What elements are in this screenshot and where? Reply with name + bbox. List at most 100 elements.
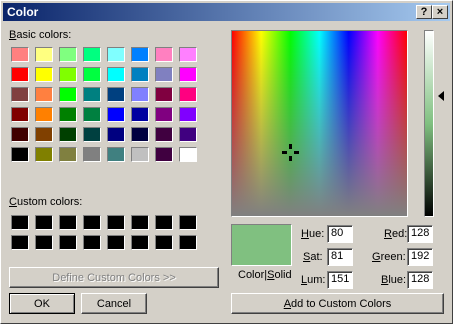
basic-color-swatch[interactable] xyxy=(131,87,149,102)
custom-color-swatch[interactable] xyxy=(155,235,173,250)
basic-color-swatch[interactable] xyxy=(131,67,149,82)
custom-color-swatch[interactable] xyxy=(59,235,77,250)
basic-color-swatch[interactable] xyxy=(83,107,101,122)
basic-color-swatch[interactable] xyxy=(59,147,77,162)
lum-field[interactable]: 151 xyxy=(327,271,353,289)
custom-color-swatch[interactable] xyxy=(107,215,125,230)
basic-color-swatch[interactable] xyxy=(11,47,29,62)
basic-color-swatch[interactable] xyxy=(179,147,197,162)
basic-color-swatch[interactable] xyxy=(59,127,77,142)
blue-label: Blue: xyxy=(381,274,406,286)
luminosity-bar[interactable] xyxy=(424,30,434,217)
blue-field[interactable]: 128 xyxy=(407,271,433,289)
basic-color-swatch[interactable] xyxy=(59,67,77,82)
basic-color-swatch[interactable] xyxy=(83,67,101,82)
basic-color-swatch[interactable] xyxy=(83,127,101,142)
color-dialog: Color ? × Basic colors: Custom colors: D… xyxy=(0,0,453,324)
basic-color-swatch[interactable] xyxy=(11,67,29,82)
basic-color-swatch[interactable] xyxy=(35,107,53,122)
custom-color-swatch[interactable] xyxy=(11,235,29,250)
help-button[interactable]: ? xyxy=(416,5,432,19)
green-label-text: reen: xyxy=(380,251,406,263)
custom-color-swatch[interactable] xyxy=(11,215,29,230)
blue-label-text: lue: xyxy=(388,274,407,286)
custom-color-swatch[interactable] xyxy=(131,215,149,230)
custom-color-swatch[interactable] xyxy=(35,215,53,230)
title-bar[interactable]: Color ? × xyxy=(3,3,450,21)
basic-color-swatch[interactable] xyxy=(179,107,197,122)
basic-color-swatch[interactable] xyxy=(59,47,77,62)
lum-label-text: um: xyxy=(307,274,326,286)
window-title: Color xyxy=(7,5,39,19)
basic-color-swatch[interactable] xyxy=(155,47,173,62)
color-solid-label-part2: olid xyxy=(274,269,292,281)
basic-color-swatch[interactable] xyxy=(179,127,197,142)
basic-color-swatch[interactable] xyxy=(131,47,149,62)
basic-color-swatch[interactable] xyxy=(11,147,29,162)
color-solid-label: Color|Solid xyxy=(238,269,292,281)
basic-color-swatch[interactable] xyxy=(11,87,29,102)
basic-color-swatch[interactable] xyxy=(107,87,125,102)
basic-color-swatch[interactable] xyxy=(131,127,149,142)
basic-color-swatch[interactable] xyxy=(35,127,53,142)
basic-color-swatch[interactable] xyxy=(35,87,53,102)
basic-color-swatch[interactable] xyxy=(107,107,125,122)
crosshair-icon xyxy=(282,144,299,161)
basic-color-swatch[interactable] xyxy=(155,87,173,102)
basic-color-swatch[interactable] xyxy=(35,67,53,82)
basic-color-swatch[interactable] xyxy=(155,147,173,162)
basic-color-swatch[interactable] xyxy=(107,147,125,162)
color-solid-label-part1: Color| xyxy=(238,269,268,281)
basic-color-swatch[interactable] xyxy=(11,127,29,142)
custom-color-swatch[interactable] xyxy=(107,235,125,250)
add-mnemonic: A xyxy=(283,297,292,310)
basic-color-swatch[interactable] xyxy=(131,147,149,162)
basic-color-swatch[interactable] xyxy=(155,127,173,142)
custom-color-swatch[interactable] xyxy=(59,215,77,230)
basic-color-swatch[interactable] xyxy=(107,127,125,142)
custom-color-swatch[interactable] xyxy=(155,215,173,230)
sat-label-text: at: xyxy=(310,251,323,263)
hue-field[interactable]: 80 xyxy=(327,225,353,243)
green-field[interactable]: 192 xyxy=(407,248,433,266)
custom-color-swatch[interactable] xyxy=(131,235,149,250)
custom-color-swatch[interactable] xyxy=(179,215,197,230)
basic-color-swatch[interactable] xyxy=(35,47,53,62)
custom-colors-label-text: ustom colors: xyxy=(16,196,83,208)
basic-color-swatch[interactable] xyxy=(179,87,197,102)
basic-color-swatch[interactable] xyxy=(59,87,77,102)
basic-color-swatch[interactable] xyxy=(179,67,197,82)
red-field[interactable]: 128 xyxy=(407,225,433,243)
custom-color-swatch[interactable] xyxy=(83,215,101,230)
custom-color-swatch[interactable] xyxy=(35,235,53,250)
custom-color-swatch[interactable] xyxy=(179,235,197,250)
luminosity-slider-arrow-icon[interactable] xyxy=(438,91,444,101)
cancel-button[interactable]: Cancel xyxy=(81,293,147,314)
define-custom-colors-button[interactable]: Define Custom Colors >> xyxy=(9,267,219,288)
color-solid-mnemonic: S xyxy=(267,269,275,281)
add-to-custom-colors-button[interactable]: Add to Custom Colors xyxy=(231,293,444,314)
basic-color-swatch[interactable] xyxy=(179,47,197,62)
basic-color-swatch[interactable] xyxy=(107,47,125,62)
basic-color-swatch[interactable] xyxy=(83,87,101,102)
basic-color-swatch[interactable] xyxy=(11,107,29,122)
color-spectrum[interactable] xyxy=(231,30,408,217)
basic-colors-label-text: asic colors: xyxy=(16,29,72,41)
basic-color-swatch[interactable] xyxy=(155,107,173,122)
basic-color-swatch[interactable] xyxy=(107,67,125,82)
lum-label: Lum: xyxy=(301,274,325,286)
hue-label-text: ue: xyxy=(308,228,325,240)
red-label-text: ed: xyxy=(391,228,408,240)
basic-color-swatch[interactable] xyxy=(83,47,101,62)
custom-color-swatch[interactable] xyxy=(83,235,101,250)
ok-button[interactable]: OK xyxy=(9,293,75,314)
basic-color-swatch[interactable] xyxy=(155,67,173,82)
basic-color-swatch[interactable] xyxy=(131,107,149,122)
basic-color-swatch[interactable] xyxy=(59,107,77,122)
close-button[interactable]: × xyxy=(432,5,448,19)
green-mnemonic: G xyxy=(372,251,381,263)
add-button-label: dd to Custom Colors xyxy=(291,297,392,310)
basic-color-swatch[interactable] xyxy=(83,147,101,162)
basic-color-swatch[interactable] xyxy=(35,147,53,162)
sat-field[interactable]: 81 xyxy=(327,248,353,266)
